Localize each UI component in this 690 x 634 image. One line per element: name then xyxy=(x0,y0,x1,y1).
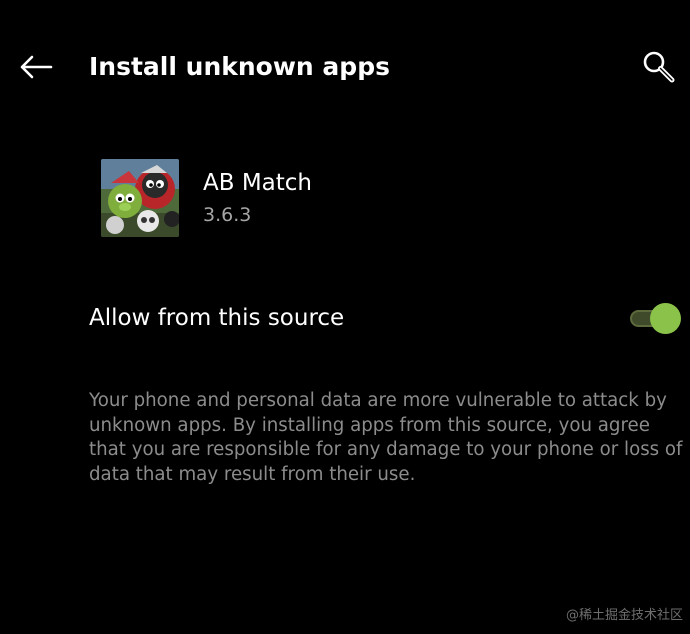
app-version: 3.6.3 xyxy=(203,204,252,226)
security-warning-text: Your phone and personal data are more vu… xyxy=(89,390,683,485)
search-button[interactable] xyxy=(636,44,682,90)
ab-match-app-icon xyxy=(101,159,179,237)
arrow-left-icon xyxy=(20,55,53,79)
watermark: @稀土掘金技术社区 xyxy=(565,608,683,623)
search-icon xyxy=(643,51,675,83)
back-button[interactable] xyxy=(12,46,60,88)
allow-from-source-label: Allow from this source xyxy=(89,305,345,331)
allow-from-source-toggle[interactable] xyxy=(628,301,684,335)
page-title: Install unknown apps xyxy=(89,52,390,81)
app-icon xyxy=(101,159,179,237)
app-name: AB Match xyxy=(203,170,313,196)
allow-from-source-row[interactable]: Allow from this source xyxy=(0,282,690,354)
toggle-thumb xyxy=(650,303,681,334)
app-header: AB Match 3.6.3 xyxy=(0,150,690,250)
app-bar: Install unknown apps xyxy=(0,0,690,136)
